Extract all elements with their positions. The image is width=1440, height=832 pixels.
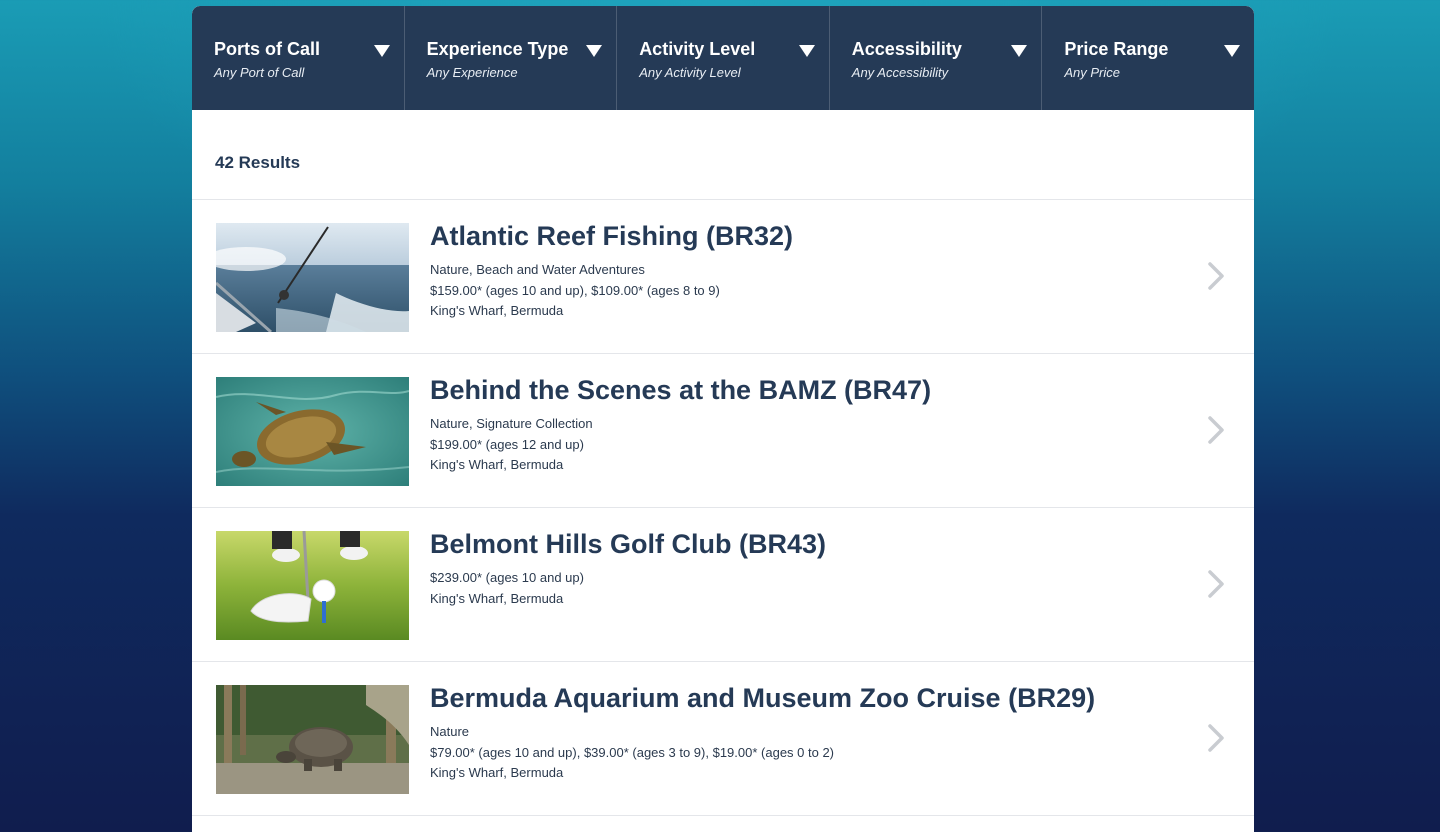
result-price: $79.00* (ages 10 and up), $39.00* (ages … [430, 744, 835, 760]
result-item[interactable]: Atlantic Reef Fishing (BR32) Nature, Bea… [192, 200, 1254, 354]
caret-down-icon [798, 45, 815, 57]
filter-accessibility[interactable]: Accessibility Any Accessibility [830, 6, 1043, 110]
result-info: Bermuda Aquarium and Museum Zoo Cruise (… [430, 682, 1095, 784]
result-title[interactable]: Atlantic Reef Fishing (BR32) [430, 220, 793, 252]
result-location: King's Wharf, Bermuda [430, 590, 564, 606]
result-title[interactable]: Belmont Hills Golf Club (BR43) [430, 528, 826, 560]
chevron-right-icon[interactable] [1208, 416, 1224, 444]
result-item[interactable]: Bermuda Aquarium and Museum Zoo Cruise (… [192, 662, 1254, 816]
results-count: 42 Results [192, 110, 1254, 200]
filter-value: Any Experience [426, 65, 518, 80]
result-info: Belmont Hills Golf Club (BR43) $239.00* … [430, 528, 826, 609]
result-price: $159.00* (ages 10 and up), $109.00* (age… [430, 282, 720, 298]
filter-ports-of-call[interactable]: Ports of Call Any Port of Call [192, 6, 405, 110]
result-price: $239.00* (ages 10 and up) [430, 570, 584, 585]
caret-down-icon [373, 45, 390, 57]
result-info: Behind the Scenes at the BAMZ (BR47) Nat… [430, 374, 931, 476]
filter-value: Any Port of Call [214, 65, 305, 80]
fishing-photo[interactable] [216, 223, 409, 332]
filter-activity-level[interactable]: Activity Level Any Activity Level [617, 6, 830, 110]
caret-down-icon [1011, 45, 1028, 57]
result-title[interactable]: Behind the Scenes at the BAMZ (BR47) [430, 374, 931, 406]
sea-turtle-photo[interactable] [216, 377, 409, 486]
result-location: King's Wharf, Bermuda [430, 457, 564, 472]
filter-bar: Ports of Call Any Port of Call Experienc… [192, 6, 1254, 110]
tortoise-photo[interactable] [216, 685, 409, 794]
result-category: Nature [430, 724, 470, 739]
caret-down-icon [1223, 45, 1240, 57]
filter-value: Any Price [1064, 65, 1121, 80]
chevron-right-icon[interactable] [1208, 724, 1224, 752]
filter-price-range[interactable]: Price Range Any Price [1042, 6, 1254, 110]
filter-value: Any Accessibility [851, 65, 949, 80]
filter-experience-type[interactable]: Experience Type Any Experience [405, 6, 618, 110]
result-item[interactable]: Behind the Scenes at the BAMZ (BR47) Nat… [192, 354, 1254, 508]
result-item[interactable]: Belmont Hills Golf Club (BR43) $239.00* … [192, 508, 1254, 662]
result-location: King's Wharf, Bermuda [430, 303, 564, 318]
filter-value: Any Activity Level [639, 65, 741, 80]
result-category: Nature, Beach and Water Adventures [430, 262, 645, 277]
caret-down-icon [586, 45, 603, 57]
excursions-panel: Ports of Call Any Port of Call Experienc… [192, 6, 1254, 832]
result-location: King's Wharf, Bermuda [430, 765, 564, 780]
result-price: $199.00* (ages 12 and up) [430, 436, 584, 452]
chevron-right-icon[interactable] [1208, 570, 1224, 598]
result-title[interactable]: Bermuda Aquarium and Museum Zoo Cruise (… [430, 682, 1095, 714]
golf-tee-photo[interactable] [216, 531, 409, 640]
chevron-right-icon[interactable] [1208, 262, 1224, 290]
result-category: Nature, Signature Collection [430, 416, 593, 431]
result-info: Atlantic Reef Fishing (BR32) Nature, Bea… [430, 220, 793, 322]
